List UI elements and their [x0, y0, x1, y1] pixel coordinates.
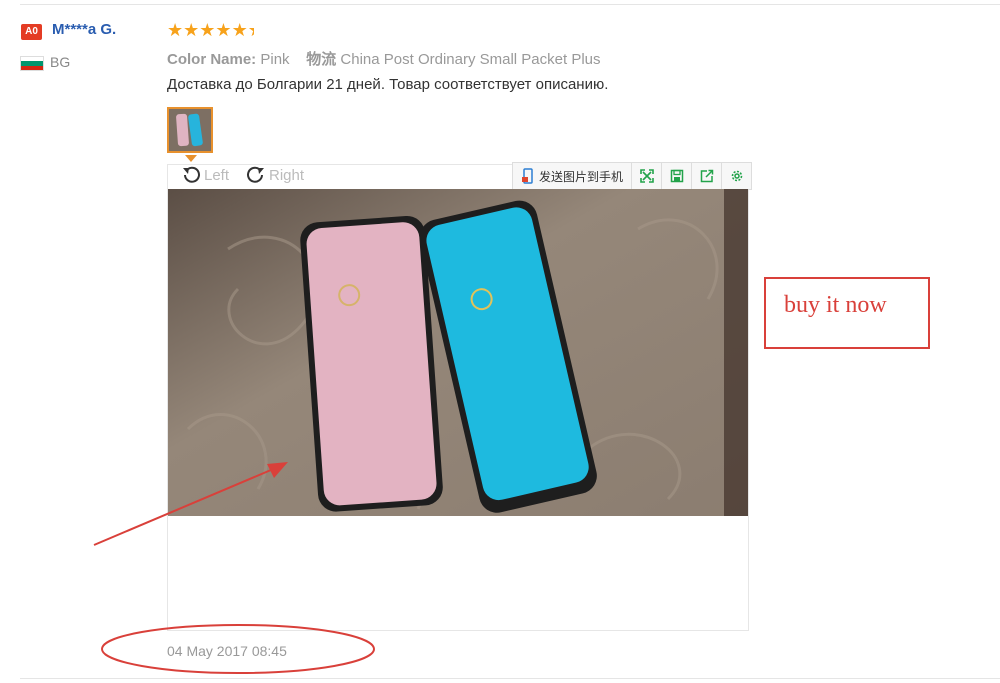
annotation-ellipse [101, 624, 375, 674]
bottom-divider [20, 678, 1000, 679]
annotation-overlay [93, 462, 375, 674]
annotation-arrow [93, 462, 288, 546]
